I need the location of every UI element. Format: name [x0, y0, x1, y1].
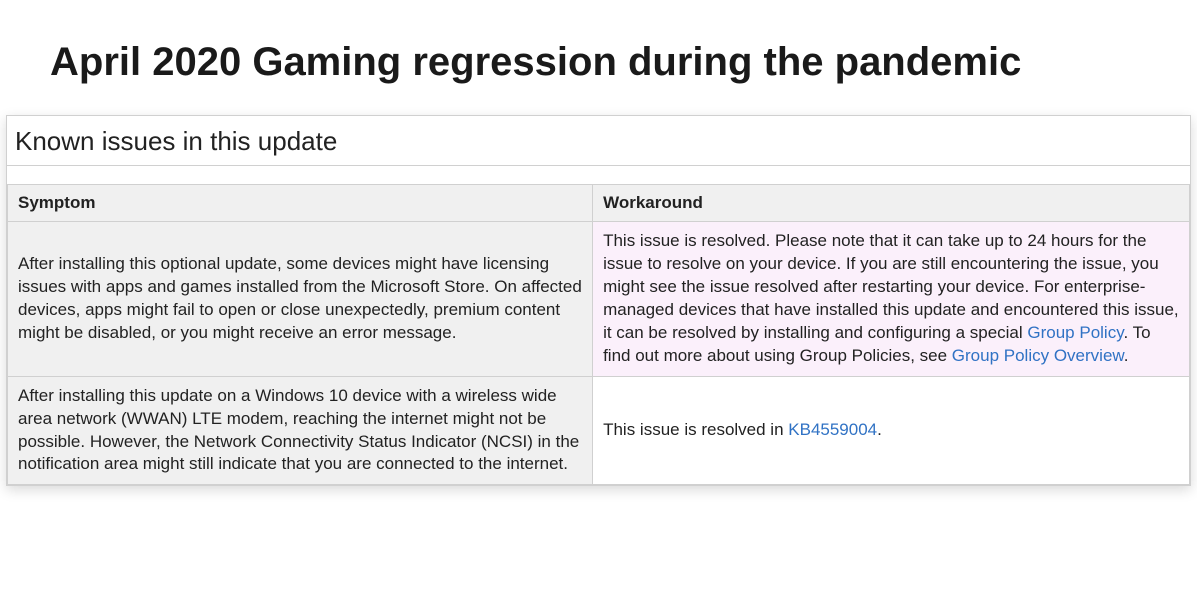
table-row: After installing this optional update, s… — [8, 222, 1190, 377]
symptom-cell: After installing this update on a Window… — [8, 376, 593, 485]
table-row: After installing this update on a Window… — [8, 376, 1190, 485]
page-title: April 2020 Gaming regression during the … — [0, 0, 1197, 115]
known-issues-panel: Known issues in this update Symptom Work… — [6, 115, 1191, 486]
known-issues-table: Symptom Workaround After installing this… — [7, 184, 1190, 485]
symptom-cell: After installing this optional update, s… — [8, 222, 593, 377]
group-policy-link[interactable]: Group Policy — [1027, 323, 1123, 342]
workaround-text: . — [877, 420, 882, 439]
workaround-text: . — [1124, 346, 1129, 365]
workaround-text: This issue is resolved in — [603, 420, 788, 439]
header-symptom: Symptom — [8, 185, 593, 222]
group-policy-overview-link[interactable]: Group Policy Overview — [952, 346, 1124, 365]
panel-heading: Known issues in this update — [7, 116, 1190, 166]
workaround-cell: This issue is resolved. Please note that… — [593, 222, 1190, 377]
header-workaround: Workaround — [593, 185, 1190, 222]
kb-link[interactable]: KB4559004 — [788, 420, 877, 439]
workaround-cell: This issue is resolved in KB4559004. — [593, 376, 1190, 485]
table-header-row: Symptom Workaround — [8, 185, 1190, 222]
